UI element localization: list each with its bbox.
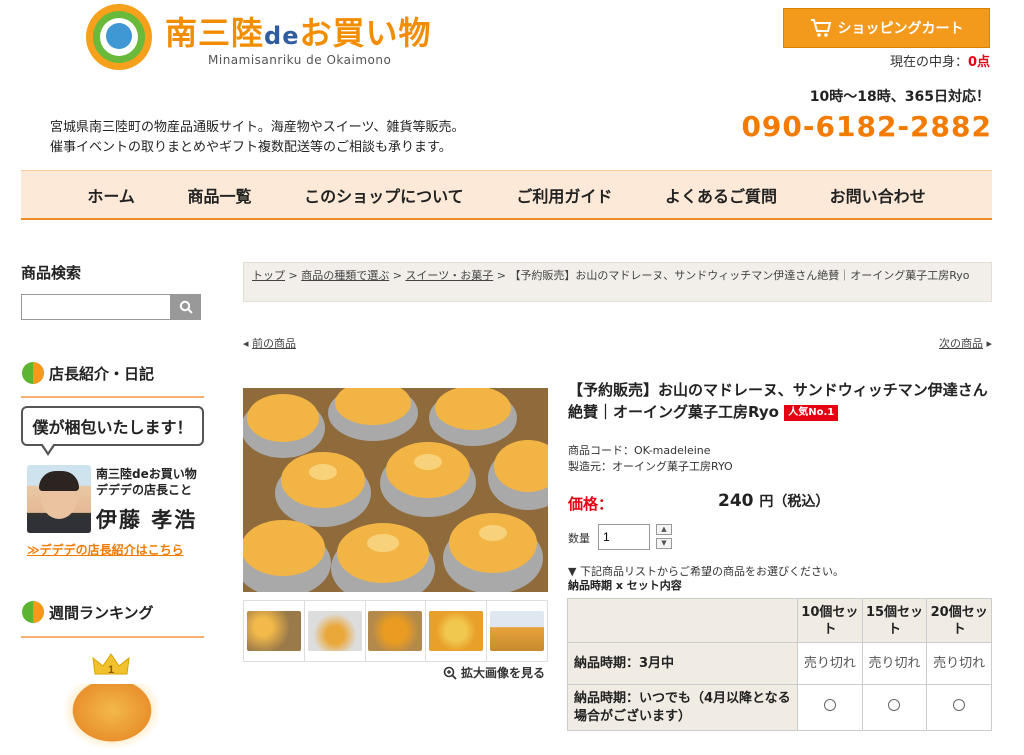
thumbnail[interactable] xyxy=(244,601,305,661)
breadcrumb-current: 【予約販売】お山のマドレーヌ、サンドウィッチマン伊達さん絶賛｜オーイング菓子工房… xyxy=(509,269,970,282)
cart-button[interactable]: ショッピングカート xyxy=(783,8,990,48)
business-hours: 10時〜18時、365日対応！ xyxy=(809,89,990,105)
row-label: 納品時期：いつでも（4月以降となる場合がございます） xyxy=(567,684,798,731)
radio-button[interactable] xyxy=(823,699,836,711)
pie-icon xyxy=(22,601,44,623)
crown-icon: 1 xyxy=(92,653,130,676)
staff-profile-link[interactable]: ≫デデデの店長紹介はこちら xyxy=(27,541,184,558)
thumbnail[interactable] xyxy=(305,601,366,661)
next-product-link[interactable]: 次の商品 ▸ xyxy=(920,335,992,351)
breadcrumb: トップ > 商品の種類で選ぶ > スイーツ・お菓子 > 【予約販売】お山のマドレ… xyxy=(243,262,992,302)
price-label: 価格： xyxy=(568,495,614,513)
staff-section-header: 店長紹介・日記 xyxy=(21,361,154,385)
quantity-down-button[interactable]: ▼ xyxy=(656,538,672,549)
thumbnail-strip xyxy=(243,600,548,662)
ranking-section-header: 週間ランキング xyxy=(21,600,154,624)
search-input[interactable] xyxy=(21,294,171,320)
product-title: 【予約販売】お山のマドレーヌ、サンドウィッチマン伊達さん絶賛｜オーイング菓子工房… xyxy=(568,381,988,421)
radio-button[interactable] xyxy=(888,699,901,711)
ranking-title: 週間ランキング xyxy=(49,603,154,622)
breadcrumb-category[interactable]: スイーツ・お菓子 xyxy=(405,269,493,282)
table-row: 納品時期：いつでも（4月以降となる場合がございます） xyxy=(567,684,992,731)
divider xyxy=(21,636,204,638)
staff-title: 店長紹介・日記 xyxy=(49,364,155,383)
nav-contact[interactable]: お問い合わせ xyxy=(830,183,926,207)
divider xyxy=(21,396,204,398)
logo-subtitle: Minamisanriku de Okaimono xyxy=(208,53,392,67)
zoom-icon xyxy=(443,666,457,680)
search-title: 商品検索 xyxy=(21,264,82,282)
speech-bubble: 僕が梱包いたします！ xyxy=(21,406,204,446)
thumbnail[interactable] xyxy=(366,601,427,661)
row-label: 納品時期：3月中 xyxy=(567,642,798,685)
cart-status: 現在の中身：0点 xyxy=(889,55,990,70)
cart-label: ショッピングカート xyxy=(837,21,964,37)
nav-products[interactable]: 商品一覧 xyxy=(187,183,251,207)
table-caption: 納品時期 x セット内容 xyxy=(568,579,682,592)
staff-intro: 南三陸deお買い物 デデデの店長こと xyxy=(96,467,197,497)
table-row: 納品時期：3月中 売り切れ 売り切れ 売り切れ xyxy=(567,642,992,685)
soldout-cell: 売り切れ xyxy=(861,642,928,685)
site-description: 宮城県南三陸町の物産品通販サイト。海産物やスイーツ、雑貨等販売。 催事イベントの… xyxy=(50,120,465,155)
product-main-image[interactable] xyxy=(243,388,548,592)
quantity-up-button[interactable]: ▲ xyxy=(656,524,672,535)
avatar xyxy=(27,465,91,533)
cart-icon xyxy=(810,19,831,37)
product-meta: 商品コード：OK-madeleine 製造元：オーイング菓子工房RYO xyxy=(568,443,733,475)
thumbnail[interactable] xyxy=(487,601,547,661)
popularity-badge: 人気No.1 xyxy=(784,405,839,421)
nav-guide[interactable]: ご利用ガイド xyxy=(516,183,612,207)
option-radio[interactable] xyxy=(861,684,928,731)
ranking-product-image[interactable] xyxy=(62,684,162,750)
chevron-left-icon: ◂ xyxy=(243,337,249,350)
nav-faq[interactable]: よくあるご質問 xyxy=(665,183,777,207)
main-nav: ホーム 商品一覧 このショップについて ご利用ガイド よくあるご質問 お問い合わ… xyxy=(21,170,992,220)
pie-icon xyxy=(22,362,44,384)
option-table: 10個セット 15個セット 20個セット 納品時期：3月中 売り切れ 売り切れ … xyxy=(567,598,992,731)
price-value: 240 円（税込） xyxy=(718,491,830,511)
option-radio[interactable] xyxy=(926,684,992,731)
logo-icon[interactable] xyxy=(86,4,152,70)
radio-button[interactable] xyxy=(953,699,966,711)
column-header: 15個セット xyxy=(861,598,928,643)
search-icon xyxy=(179,300,193,314)
soldout-cell: 売り切れ xyxy=(797,642,863,685)
breadcrumb-category-type[interactable]: 商品の種類で選ぶ xyxy=(301,269,389,282)
column-header: 20個セット xyxy=(926,598,992,643)
logo-title[interactable]: 南三陸deお買い物 xyxy=(165,8,432,54)
nav-about[interactable]: このショップについて xyxy=(304,183,464,207)
column-header: 10個セット xyxy=(797,598,863,643)
search-button[interactable] xyxy=(171,294,201,320)
staff-name: 伊藤 孝浩 xyxy=(96,508,198,532)
prev-product-link[interactable]: ◂ 前の商品 xyxy=(243,335,296,351)
svg-text:1: 1 xyxy=(108,664,114,676)
nav-home[interactable]: ホーム xyxy=(87,183,135,207)
table-corner xyxy=(567,598,798,643)
soldout-cell: 売り切れ xyxy=(926,642,992,685)
quantity-input[interactable] xyxy=(598,524,650,550)
option-radio[interactable] xyxy=(797,684,863,731)
chevron-right-icon: ▸ xyxy=(986,337,992,350)
phone-number: 090-6182-2882 xyxy=(741,110,992,143)
zoom-link[interactable]: 拡大画像を見る xyxy=(443,664,545,681)
cart-count: 0点 xyxy=(967,55,990,70)
product-maker: 製造元：オーイング菓子工房RYO xyxy=(568,460,733,473)
thumbnail[interactable] xyxy=(426,601,488,661)
product-code: 商品コード：OK-madeleine xyxy=(568,444,711,457)
quantity-label: 数量 xyxy=(568,532,590,545)
breadcrumb-top[interactable]: トップ xyxy=(252,269,285,282)
